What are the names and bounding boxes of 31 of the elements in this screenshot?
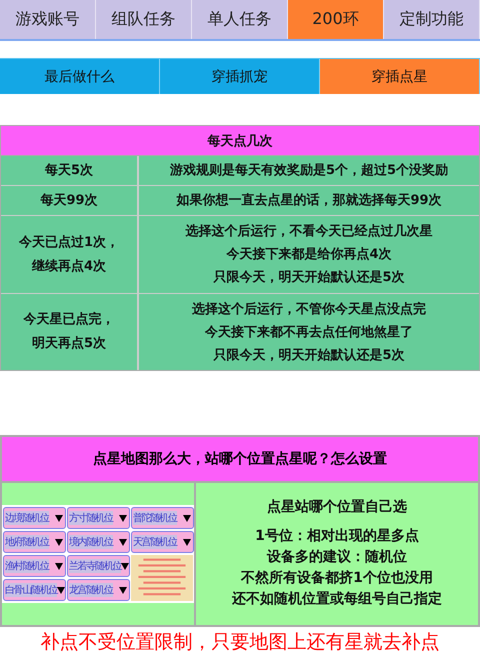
footer-note: 补点不受位置限制，只要地图上还有星就去补点 — [40, 630, 440, 655]
tab[interactable]: 游戏账号 — [0, 0, 96, 39]
tip-text: 1号位：相对出现的星多点 — [254, 527, 420, 546]
tab[interactable]: 穿插抓宠 — [160, 59, 320, 94]
dropdown[interactable]: 方寸随机位 — [67, 507, 130, 529]
dropdown[interactable]: 天宫随机位 — [131, 531, 194, 553]
tab[interactable]: 最后做什么 — [0, 59, 160, 94]
dropdown[interactable]: 龙宫随机位 — [67, 579, 130, 601]
description-cell-text: 游戏规则是每天有效奖励是5个，超过5个没奖励 — [168, 162, 450, 180]
dropdown[interactable]: 兰若寺随机位 — [67, 555, 130, 577]
dropdown[interactable]: 白骨山随机位 — [3, 579, 66, 601]
dropdown[interactable]: 境内随机位 — [67, 531, 130, 553]
table-title: 每天点几次 — [1, 126, 479, 156]
option-cell: 今天星已点完， 明天再点5次 — [1, 294, 139, 370]
tab[interactable]: 单人任务 — [192, 0, 288, 39]
description-cell-text: 如果你想一直去点星的话，那就选择每天99次 — [175, 192, 443, 210]
tip-text: 设备多的建议：随机位 — [266, 548, 408, 567]
tip-heading: 点星站哪个位置自己选 — [267, 498, 407, 516]
tip-text: 不然所有设备都挤1个位也没用 — [240, 569, 434, 588]
section-title: 点星地图那么大，站哪个位置点星呢？怎么设置 — [2, 437, 478, 483]
dropdown[interactable]: 地府随机位 — [3, 531, 66, 553]
tab[interactable]: 200环 — [288, 0, 384, 39]
tab[interactable]: 穿插点星 — [320, 59, 480, 94]
tab[interactable]: 组队任务 — [96, 0, 192, 39]
description-cell-text: 选择这个后运行，不看今天已经点过几次星 今天接下来都是给你再点4次 只限今天，明天开始默认还是5次 — [184, 222, 434, 287]
dropdown[interactable]: 渔村随机位 — [3, 555, 66, 577]
dropdown[interactable]: 普陀随机位 — [131, 507, 194, 529]
tip-text: 还不如随机位置或每组号自己指定 — [232, 590, 442, 609]
description-cell-text: 选择这个后运行，不管你今天星点没点完 今天接下来都不再去点任何地煞星了 只限今天，明天开始默认还是5次 — [191, 300, 427, 364]
dropdown[interactable]: 边境随机位 — [3, 507, 66, 529]
tab[interactable]: 定制功能 — [384, 0, 480, 39]
